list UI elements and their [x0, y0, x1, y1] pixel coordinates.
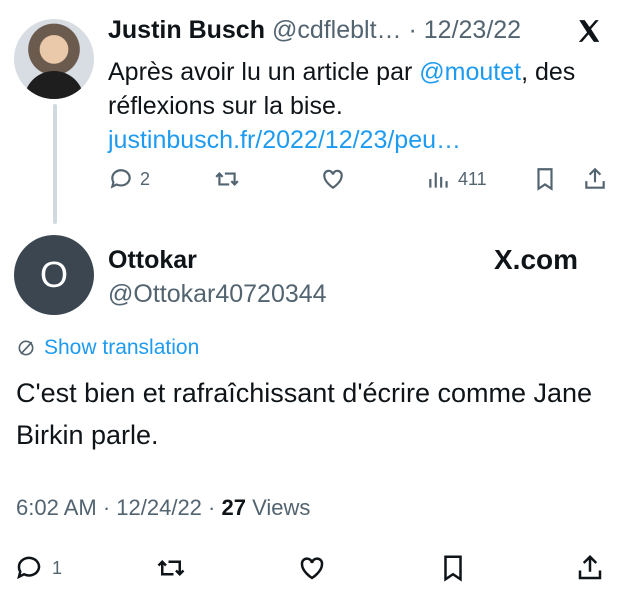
tweet1-display-name[interactable]: Justin Busch — [108, 16, 265, 44]
reply-count: 2 — [140, 168, 151, 189]
tweet1-date[interactable]: · 12/23/22 — [408, 16, 521, 44]
tweet1-text: Après avoir lu un article par @moutet, d… — [108, 55, 613, 157]
translate-icon — [18, 340, 34, 356]
avatar-letter: O — [39, 254, 68, 295]
avatar-ottokar[interactable]: O — [14, 235, 94, 315]
tweet2-meta: 6:02 AM · 12/24/22 · 27 Views — [16, 495, 310, 521]
bookmark-button[interactable] — [532, 166, 558, 192]
bookmark-icon — [444, 555, 462, 582]
reply-button[interactable]: 1 — [14, 553, 62, 583]
tweet2-views-label: Views — [252, 495, 311, 520]
retweet-icon — [157, 559, 185, 577]
share-button[interactable] — [582, 166, 608, 192]
avatar-justin-busch[interactable] — [14, 19, 94, 99]
tweet1-handle[interactable]: @cdfleblt… — [272, 16, 402, 44]
tweet2-views-count: 27 — [221, 495, 246, 520]
show-translation-link[interactable]: Show translation — [16, 336, 199, 360]
reply-button[interactable]: 2 — [108, 166, 150, 192]
share-icon — [578, 554, 602, 580]
views-button[interactable]: 411 — [426, 166, 487, 192]
share-button[interactable] — [575, 553, 605, 583]
tweet2-date[interactable]: · 12/24/22 · — [103, 495, 216, 520]
reply-icon — [110, 169, 131, 189]
bookmark-icon — [537, 168, 553, 191]
like-button[interactable] — [297, 553, 327, 583]
like-icon — [323, 169, 343, 189]
article-link[interactable]: justinbusch.fr/2022/12/23/peu… — [108, 126, 461, 154]
retweet-button[interactable] — [156, 553, 186, 583]
x-logo-icon[interactable] — [576, 18, 602, 44]
tweet2-actions: 1 — [14, 553, 610, 585]
tweet2-display-name[interactable]: Ottokar — [108, 246, 197, 275]
tweet2-handle[interactable]: @Ottokar40720344 — [108, 280, 327, 309]
tweet2-text: C'est bien et rafraîchissant d'écrire co… — [16, 378, 593, 450]
retweet-button[interactable] — [214, 166, 240, 192]
views-icon — [429, 172, 448, 188]
retweet-icon — [215, 172, 239, 186]
reply-icon — [17, 556, 41, 580]
bookmark-button[interactable] — [438, 553, 468, 583]
mention-link[interactable]: @moutet — [419, 58, 521, 86]
share-icon — [585, 167, 605, 189]
reply-count: 1 — [52, 557, 63, 578]
tweet2-time[interactable]: 6:02 AM — [16, 495, 97, 520]
show-translation-label: Show translation — [44, 336, 200, 359]
brand-xcom: X.com — [494, 244, 579, 275]
tweet1-header: Justin Busch @cdfleblt… · 12/23/22 — [108, 16, 521, 45]
thread-line — [53, 104, 57, 224]
like-button[interactable] — [320, 166, 346, 192]
tweet1-actions: 2 411 — [108, 166, 613, 198]
tweet1-text-start: Après avoir lu un article par — [108, 58, 420, 86]
like-icon — [300, 557, 324, 580]
views-count: 411 — [458, 168, 487, 189]
